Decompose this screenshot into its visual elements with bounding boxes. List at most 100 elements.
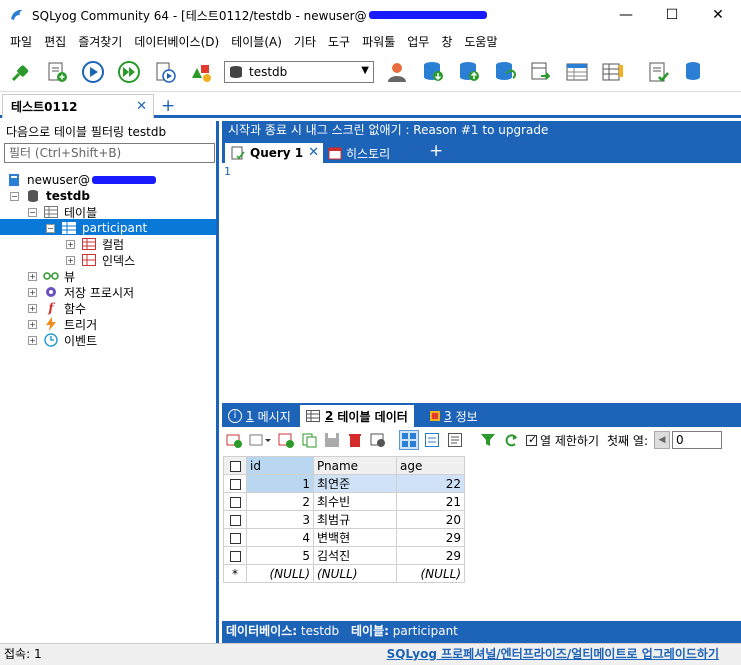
- table-row[interactable]: 1 최연준 22: [223, 474, 465, 493]
- cell-pname[interactable]: 변백현: [313, 528, 397, 547]
- row-select-cell[interactable]: [223, 510, 247, 529]
- table-row[interactable]: 3 최범규 20: [223, 510, 465, 529]
- first-row-input[interactable]: 0: [672, 431, 722, 449]
- database-settings-button[interactable]: [680, 57, 710, 87]
- sync-database-button[interactable]: [490, 57, 520, 87]
- cell-age[interactable]: 20: [396, 510, 465, 529]
- execute-all-button[interactable]: [114, 57, 144, 87]
- refresh-button[interactable]: [501, 430, 521, 450]
- execute-edit-button[interactable]: [150, 57, 180, 87]
- menu-others[interactable]: 기타: [288, 33, 322, 50]
- minimize-button[interactable]: —: [603, 0, 649, 30]
- row-checkbox[interactable]: [229, 478, 241, 490]
- expand-icon[interactable]: +: [28, 271, 37, 281]
- upgrade-notice[interactable]: 시작과 종료 시 내그 스크린 없애기 : Reason #1 to upgra…: [222, 121, 741, 141]
- new-connection-button[interactable]: [6, 57, 36, 87]
- tree-table-participant[interactable]: − participant: [46, 220, 147, 236]
- cell-null[interactable]: (NULL): [246, 564, 314, 583]
- menu-window[interactable]: 창: [435, 33, 458, 50]
- tree-triggers[interactable]: + 트리거: [28, 316, 97, 332]
- row-select-cell[interactable]: [223, 474, 247, 493]
- row-select-cell[interactable]: [223, 492, 247, 511]
- table-row[interactable]: 4 변백현 29: [223, 528, 465, 547]
- cell-pname[interactable]: 김석진: [313, 546, 397, 565]
- menu-favorites[interactable]: 즐겨찾기: [72, 33, 128, 50]
- menu-powertools[interactable]: 파워툴: [356, 33, 401, 50]
- database-selector[interactable]: testdb ▼: [224, 60, 374, 83]
- cell-pname[interactable]: 최범규: [313, 510, 397, 529]
- sql-editor[interactable]: 1: [222, 163, 741, 403]
- close-button[interactable]: ✕: [695, 0, 741, 30]
- menu-table[interactable]: 테이블(A): [225, 33, 288, 50]
- row-select-cell[interactable]: [223, 528, 247, 547]
- insert-row-button[interactable]: [224, 430, 244, 450]
- tree-tables-folder[interactable]: − 테이블: [28, 204, 97, 220]
- row-checkbox[interactable]: [229, 532, 241, 544]
- form-view-button[interactable]: [422, 430, 442, 450]
- schema-sync-button[interactable]: [562, 57, 592, 87]
- cell-null[interactable]: (NULL): [396, 564, 465, 583]
- delete-button[interactable]: [345, 430, 365, 450]
- tree-stored-procs[interactable]: + 저장 프로시저: [28, 284, 134, 300]
- filter-input[interactable]: 필터 (Ctrl+Shift+B): [4, 143, 215, 163]
- cell-id[interactable]: 1: [246, 474, 314, 493]
- cell-id[interactable]: 3: [246, 510, 314, 529]
- close-icon[interactable]: ✕: [136, 99, 147, 114]
- tab-messages[interactable]: i 1 메시지: [228, 405, 291, 427]
- text-view-button[interactable]: [445, 430, 465, 450]
- close-icon[interactable]: ✕: [308, 145, 319, 160]
- collapse-icon[interactable]: −: [28, 207, 37, 217]
- query-tab[interactable]: Query 1 ✕: [225, 143, 323, 163]
- menu-tools[interactable]: 도구: [322, 33, 356, 50]
- tree-events[interactable]: + 이벤트: [28, 332, 97, 348]
- history-tab[interactable]: 히스토리: [328, 143, 390, 163]
- cell-age[interactable]: 29: [396, 528, 465, 547]
- expand-icon[interactable]: +: [66, 255, 75, 265]
- tree-indexes[interactable]: + 인덱스: [66, 252, 135, 268]
- duplicate-row-button[interactable]: [247, 430, 273, 450]
- table-lock-button[interactable]: [598, 57, 628, 87]
- schema-designer-button[interactable]: [186, 57, 216, 87]
- check-button[interactable]: [644, 57, 674, 87]
- backup-database-button[interactable]: [454, 57, 484, 87]
- cell-pname[interactable]: 최수빈: [313, 492, 397, 511]
- new-query-editor-button[interactable]: [42, 57, 72, 87]
- tree-columns[interactable]: + 컬럼: [66, 236, 124, 252]
- connection-tab[interactable]: 테스트0112 ✕: [2, 94, 154, 118]
- save-button[interactable]: [322, 430, 342, 450]
- tree-database[interactable]: − testdb: [10, 188, 90, 204]
- cell-id[interactable]: 2: [246, 492, 314, 511]
- menu-help[interactable]: 도움말: [458, 33, 503, 50]
- filter-button[interactable]: [478, 430, 498, 450]
- tab-info[interactable]: 3 정보: [430, 405, 478, 427]
- column-header-age[interactable]: age: [396, 456, 465, 475]
- expand-icon[interactable]: +: [28, 303, 37, 313]
- user-manager-button[interactable]: [382, 57, 412, 87]
- table-row[interactable]: 5 김석진 29: [223, 546, 465, 565]
- row-checkbox[interactable]: [229, 514, 241, 526]
- cell-age[interactable]: 29: [396, 546, 465, 565]
- cell-id[interactable]: 5: [246, 546, 314, 565]
- row-checkbox[interactable]: [229, 496, 241, 508]
- menu-file[interactable]: 파일: [4, 33, 38, 50]
- grid-view-button[interactable]: [399, 430, 419, 450]
- tab-table-data[interactable]: 2 테이블 데이터: [300, 405, 414, 427]
- cell-age[interactable]: 22: [396, 474, 465, 493]
- select-all-checkbox[interactable]: [229, 460, 241, 472]
- cell-pname[interactable]: 최연준: [313, 474, 397, 493]
- tree-connection[interactable]: newuser@: [6, 172, 156, 188]
- expand-icon[interactable]: +: [28, 287, 37, 297]
- collapse-icon[interactable]: −: [46, 223, 55, 233]
- menu-database[interactable]: 데이터베이스(D): [128, 33, 225, 50]
- collapse-icon[interactable]: −: [10, 191, 19, 201]
- limit-rows-checkbox[interactable]: ✓: [526, 433, 537, 446]
- cell-age[interactable]: 21: [396, 492, 465, 511]
- previous-page-button[interactable]: ◀: [654, 431, 670, 449]
- menu-edit[interactable]: 편집: [38, 33, 72, 50]
- row-select-cell[interactable]: [223, 546, 247, 565]
- new-connection-tab-button[interactable]: +: [161, 96, 175, 116]
- cell-null[interactable]: (NULL): [313, 564, 397, 583]
- new-query-tab-button[interactable]: +: [429, 141, 443, 161]
- tree-views[interactable]: + 뷰: [28, 268, 75, 284]
- add-row-button[interactable]: [276, 430, 296, 450]
